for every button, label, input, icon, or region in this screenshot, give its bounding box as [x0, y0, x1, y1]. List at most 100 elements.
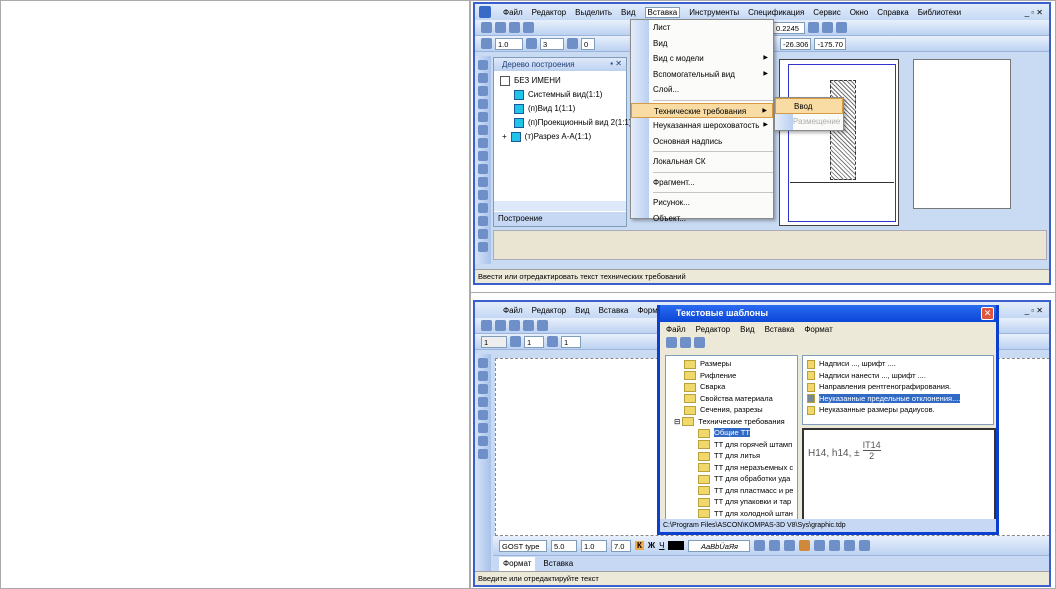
drawing-sheet-2[interactable] [913, 59, 1011, 209]
menu-select[interactable]: Выделить [575, 8, 612, 17]
number-icon[interactable] [478, 449, 488, 459]
folder-item[interactable]: Размеры [684, 358, 797, 370]
subfolder-item[interactable]: ТТ для упаковки и тар [684, 496, 797, 508]
subfolder-item[interactable]: ТТ для обработки уда [684, 473, 797, 485]
menu-edit[interactable]: Редактор [532, 306, 566, 315]
properties-icon[interactable] [836, 22, 847, 33]
menu-item-view[interactable]: Вид [631, 36, 773, 52]
subfolder-item[interactable]: ТТ для холодной штан [684, 508, 797, 520]
undo-icon[interactable] [537, 320, 548, 331]
menu-service[interactable]: Сервис [813, 8, 840, 17]
text-format-icon[interactable] [478, 358, 488, 368]
folder-item[interactable]: Рифление [684, 370, 797, 382]
new-icon[interactable] [481, 22, 492, 33]
param-icon[interactable] [478, 112, 488, 122]
menu-insert[interactable]: Вставка [599, 306, 629, 315]
x-coord-field[interactable]: -26.306 [780, 37, 812, 50]
subfolder-item[interactable]: ТТ для литья [684, 450, 797, 462]
template-item[interactable]: Неуказанные предельные отклонения.... [807, 393, 993, 405]
subfolder-item[interactable]: ТТ для горячей штамп [684, 439, 797, 451]
menu-edit[interactable]: Редактор [532, 8, 566, 17]
step-field[interactable]: 1.0 [495, 37, 523, 50]
menu-item-sheet[interactable]: Лист [631, 20, 773, 36]
text-icon[interactable] [478, 177, 488, 187]
menu-file[interactable]: Файл [503, 8, 523, 17]
folder-item[interactable]: Сечения, разрезы [684, 404, 797, 416]
subfolder-item[interactable]: Общие ТТ [684, 427, 797, 439]
menu-libraries[interactable]: Библиотеки [918, 8, 961, 17]
dimension-icon[interactable] [478, 73, 488, 83]
menu-item-title-block[interactable]: Основная надпись [631, 134, 773, 150]
submenu-enter[interactable]: Ввод [775, 98, 843, 114]
spec-icon[interactable] [478, 151, 488, 161]
geometry-icon[interactable] [478, 60, 488, 70]
symbols-icon[interactable] [478, 86, 488, 96]
leader-icon[interactable] [478, 229, 488, 239]
dlg-menu-view[interactable]: Вид [740, 325, 754, 334]
menu-file[interactable]: Файл [503, 306, 523, 315]
bold-button[interactable]: Ж [648, 541, 655, 550]
select-icon[interactable] [478, 138, 488, 148]
align-justify-icon[interactable] [799, 540, 811, 551]
align-left-icon[interactable] [754, 540, 766, 551]
print-icon[interactable] [523, 22, 534, 33]
tree-root[interactable]: БЕЗ ИМЕНИ [500, 74, 626, 88]
measure-icon[interactable] [478, 125, 488, 135]
print-icon[interactable] [523, 320, 534, 331]
tree-item[interactable]: Системный вид(1:1) [500, 88, 626, 102]
size-field[interactable]: 5.0 [551, 539, 577, 552]
tree-item[interactable]: (п)Проекционный вид 2(1:1) [500, 116, 632, 130]
italic-button[interactable]: К [635, 541, 644, 550]
tab-format[interactable]: Формат [499, 557, 536, 571]
folder-item[interactable]: Сварка [684, 381, 797, 393]
style-icon[interactable] [567, 38, 578, 49]
open-icon[interactable] [495, 320, 506, 331]
menu-item-fragment[interactable]: Фрагмент... [631, 175, 773, 191]
menu-help[interactable]: Справка [877, 8, 908, 17]
template-item[interactable]: Надписи ..., шрифт .... [807, 358, 993, 370]
tolerance-icon[interactable] [478, 242, 488, 252]
window-controls[interactable]: _ ▫ ✕ [1025, 8, 1043, 17]
save-icon[interactable] [509, 320, 520, 331]
field-c[interactable]: 1 [561, 335, 581, 348]
color-picker[interactable] [668, 541, 685, 550]
folder-item[interactable]: Свойства материала [684, 393, 797, 405]
indent-icon[interactable] [510, 336, 521, 347]
tab-insert[interactable]: Вставка [543, 557, 573, 571]
field-b[interactable]: 1 [524, 335, 544, 348]
folder-item[interactable]: ⊟ Технические требования [674, 416, 797, 428]
dlg-menu-edit[interactable]: Редактор [696, 325, 730, 334]
zoom-field[interactable]: 0.2245 [773, 21, 805, 34]
numbered-list-icon[interactable] [844, 540, 856, 551]
menu-item-layer[interactable]: Слой... [631, 82, 773, 98]
report-icon[interactable] [478, 164, 488, 174]
subfolder-item[interactable]: ТТ для пластмасс и ре [684, 485, 797, 497]
menu-item-aux-view[interactable]: Вспомогательный вид ▶ [631, 67, 773, 83]
fit-icon[interactable] [822, 22, 833, 33]
menu-spec[interactable]: Спецификация [748, 8, 804, 17]
underline-button[interactable]: Ч [659, 541, 664, 550]
base-icon[interactable] [478, 216, 488, 226]
scale-field[interactable]: 1.0 [581, 539, 607, 552]
menu-view[interactable]: Вид [575, 306, 589, 315]
panel-close-icon[interactable]: ▪ ✕ [610, 59, 622, 68]
fraction-icon[interactable] [478, 384, 488, 394]
list-icon[interactable] [829, 540, 841, 551]
tree-item[interactable]: (п)Вид 1(1:1) [500, 102, 626, 116]
tab-build[interactable]: Построение [494, 212, 626, 226]
insert-symbol-icon[interactable] [814, 540, 826, 551]
field-a[interactable]: 1 [481, 335, 507, 348]
dialog-close-button[interactable]: ✕ [981, 307, 994, 320]
tree-item[interactable]: + (т)Разрез А-А(1:1) [500, 130, 626, 144]
menu-item-picture[interactable]: Рисунок... [631, 195, 773, 211]
template-item[interactable]: Направления рентгенографирования. [807, 381, 993, 393]
template-item[interactable]: Надписи нанести ..., шрифт .... [807, 370, 993, 382]
template-item[interactable]: Неуказанные размеры радиусов. [807, 404, 993, 416]
library-icon[interactable] [694, 337, 705, 348]
template-icon[interactable] [478, 410, 488, 420]
paragraph-icon[interactable] [859, 540, 871, 551]
index-icon[interactable] [478, 397, 488, 407]
menu-item-local-cs[interactable]: Локальная СК [631, 154, 773, 170]
menu-item-roughness[interactable]: Неуказанная шероховатость ▶ [631, 118, 773, 134]
menu-item-view-from-model[interactable]: Вид с модели ▶ [631, 51, 773, 67]
